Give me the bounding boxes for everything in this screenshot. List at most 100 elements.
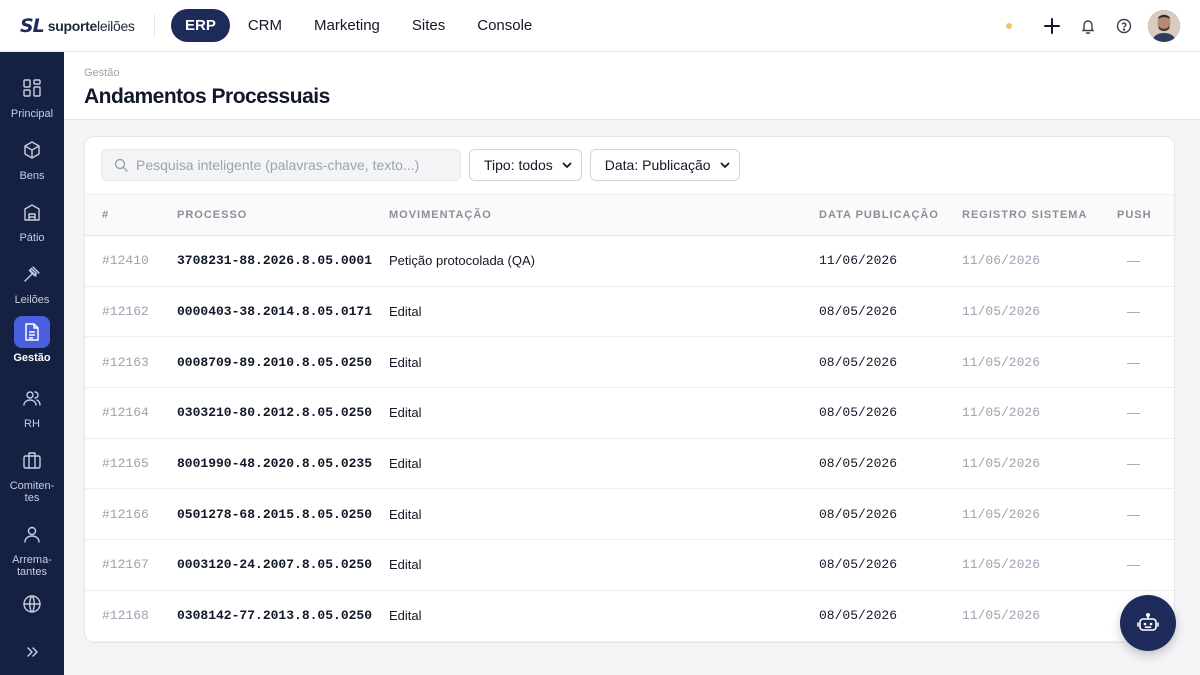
sidebar-item-bens[interactable]: Bens xyxy=(0,134,64,182)
table-row[interactable]: #12166 0501278-68.2015.8.05.0250 Edital 08/… xyxy=(85,489,1174,540)
sidebar-item-principal[interactable]: Principal xyxy=(0,72,64,120)
tipo-select-value: Tipo: todos xyxy=(484,157,553,173)
sidebar-label: Arrema-tantes xyxy=(12,554,52,578)
gavel-icon xyxy=(14,258,50,290)
nav-erp[interactable]: ERP xyxy=(171,9,230,42)
table-card: Tipo: todos Data: Publicação # PROCESSO … xyxy=(84,136,1175,643)
sidebar-label: Leilões xyxy=(14,294,50,306)
sidebar-item-arrematantes[interactable]: Arrema-tantes xyxy=(0,518,64,578)
row-movimentacao: Edital xyxy=(389,405,422,421)
table-row[interactable]: #12162 0000403-38.2014.8.05.0171 Edital 08/… xyxy=(85,286,1174,337)
row-id[interactable]: #12162 xyxy=(85,286,177,337)
sidebar-item-comitentes[interactable]: Comiten-tes xyxy=(0,444,64,504)
search-input[interactable] xyxy=(136,157,446,173)
sidebar-label: RH xyxy=(24,418,40,430)
row-push: — xyxy=(1127,456,1140,472)
row-processo[interactable]: 0000403-38.2014.8.05.0171 xyxy=(177,286,389,337)
sidebar-label: Comiten-tes xyxy=(9,480,55,504)
document-icon xyxy=(14,316,50,348)
warehouse-icon xyxy=(14,196,50,228)
nav-marketing[interactable]: Marketing xyxy=(300,9,394,42)
nav-crm[interactable]: CRM xyxy=(234,9,296,42)
row-id[interactable]: #12164 xyxy=(85,388,177,439)
row-processo[interactable]: 0303210-80.2012.8.05.0250 xyxy=(177,388,389,439)
row-id[interactable]: #12167 xyxy=(85,540,177,591)
row-id[interactable]: #12163 xyxy=(85,337,177,388)
box-icon xyxy=(14,134,50,166)
row-push: — xyxy=(1127,405,1140,421)
row-registro-sistema: 11/05/2026 xyxy=(962,608,1041,624)
top-actions xyxy=(1006,10,1180,42)
nav-sites[interactable]: Sites xyxy=(398,9,459,42)
column-header-movimentacao[interactable]: MOVIMENTAÇÃO xyxy=(389,195,819,236)
table-header-row: # PROCESSO MOVIMENTAÇÃO DATA PUBLICAÇÃO … xyxy=(85,194,1174,236)
nav-console[interactable]: Console xyxy=(463,9,546,42)
row-registro-sistema: 11/05/2026 xyxy=(962,304,1041,320)
row-movimentacao: Petição protocolada (QA) xyxy=(389,253,535,269)
sidebar: Principal Bens Pátio Leilões Gestão RH C… xyxy=(0,52,64,675)
table-row[interactable]: #12168 0308142-77.2013.8.05.0250 Edital 08/… xyxy=(85,590,1174,641)
row-data-publicacao: 08/05/2026 xyxy=(819,354,898,370)
sidebar-item-sites[interactable] xyxy=(0,588,64,620)
row-data-publicacao: 08/05/2026 xyxy=(819,506,898,522)
column-header-data-publicacao[interactable]: DATA PUBLICAÇÃO xyxy=(819,195,962,236)
row-push: — xyxy=(1127,253,1140,269)
row-push: — xyxy=(1127,354,1140,370)
row-registro-sistema: 11/05/2026 xyxy=(962,506,1041,522)
column-header-push[interactable]: PUSH xyxy=(1117,195,1174,236)
row-movimentacao: Edital xyxy=(389,304,422,320)
row-id[interactable]: #12168 xyxy=(85,590,177,641)
row-processo[interactable]: 0008709-89.2010.8.05.0250 xyxy=(177,337,389,388)
sidebar-label: Principal xyxy=(10,108,54,120)
logo-text: suporteleilões xyxy=(47,17,135,34)
search-box[interactable] xyxy=(101,149,461,181)
table-row[interactable]: #12163 0008709-89.2010.8.05.0250 Edital 08/… xyxy=(85,337,1174,388)
sidebar-label: Pátio xyxy=(19,232,45,244)
brand-logo[interactable]: SL suporteleilões xyxy=(0,13,155,38)
avatar[interactable] xyxy=(1148,10,1180,42)
top-nav: ERP CRM Marketing Sites Console xyxy=(171,9,546,42)
chevron-down-icon xyxy=(562,162,572,168)
row-registro-sistema: 11/05/2026 xyxy=(962,456,1041,472)
sidebar-label: Bens xyxy=(19,170,45,182)
sidebar-item-leiloes[interactable]: Leilões xyxy=(0,258,64,306)
user-icon xyxy=(14,518,50,550)
data-select[interactable]: Data: Publicação xyxy=(589,149,740,181)
tipo-select[interactable]: Tipo: todos xyxy=(469,149,582,181)
table-row[interactable]: #12165 8001990-48.2020.8.05.0235 Edital 08/… xyxy=(85,438,1174,489)
row-movimentacao: Edital xyxy=(389,354,422,370)
row-registro-sistema: 11/05/2026 xyxy=(962,557,1041,573)
row-movimentacao: Edital xyxy=(389,506,422,522)
status-dot xyxy=(1006,23,1012,29)
plus-icon[interactable] xyxy=(1034,10,1070,42)
bell-icon[interactable] xyxy=(1070,10,1106,42)
sidebar-item-gestao[interactable]: Gestão xyxy=(0,316,64,364)
row-processo[interactable]: 0501278-68.2015.8.05.0250 xyxy=(177,489,389,540)
column-header-processo[interactable]: PROCESSO xyxy=(177,195,389,236)
logo-mark: SL xyxy=(20,14,45,37)
help-icon[interactable] xyxy=(1106,10,1142,42)
row-data-publicacao: 08/05/2026 xyxy=(819,456,898,472)
row-processo[interactable]: 8001990-48.2020.8.05.0235 xyxy=(177,438,389,489)
row-processo[interactable]: 3708231-88.2026.8.05.0001 xyxy=(177,236,389,287)
breadcrumb[interactable]: Gestão xyxy=(84,67,119,79)
sidebar-expand-button[interactable] xyxy=(0,636,64,668)
row-processo[interactable]: 0003120-24.2007.8.05.0250 xyxy=(177,540,389,591)
row-movimentacao: Edital xyxy=(389,608,422,624)
page-title: Andamentos Processuais xyxy=(84,85,330,108)
table-row[interactable]: #12164 0303210-80.2012.8.05.0250 Edital 08/… xyxy=(85,388,1174,439)
row-id[interactable]: #12165 xyxy=(85,438,177,489)
row-processo[interactable]: 0308142-77.2013.8.05.0250 xyxy=(177,590,389,641)
row-movimentacao: Edital xyxy=(389,456,422,472)
table-row[interactable]: #12410 3708231-88.2026.8.05.0001 Petição p… xyxy=(85,236,1174,287)
row-id[interactable]: #12410 xyxy=(85,236,177,287)
column-header-id[interactable]: # xyxy=(85,195,177,236)
sidebar-item-rh[interactable]: RH xyxy=(0,382,64,430)
table-row[interactable]: #12167 0003120-24.2007.8.05.0250 Edital 08/… xyxy=(85,540,1174,591)
assistant-bot-button[interactable] xyxy=(1120,595,1176,651)
row-movimentacao: Edital xyxy=(389,557,422,573)
column-header-registro-sistema[interactable]: REGISTRO SISTEMA xyxy=(962,195,1117,236)
sidebar-item-patio[interactable]: Pátio xyxy=(0,196,64,244)
row-registro-sistema: 11/05/2026 xyxy=(962,405,1041,421)
row-id[interactable]: #12166 xyxy=(85,489,177,540)
